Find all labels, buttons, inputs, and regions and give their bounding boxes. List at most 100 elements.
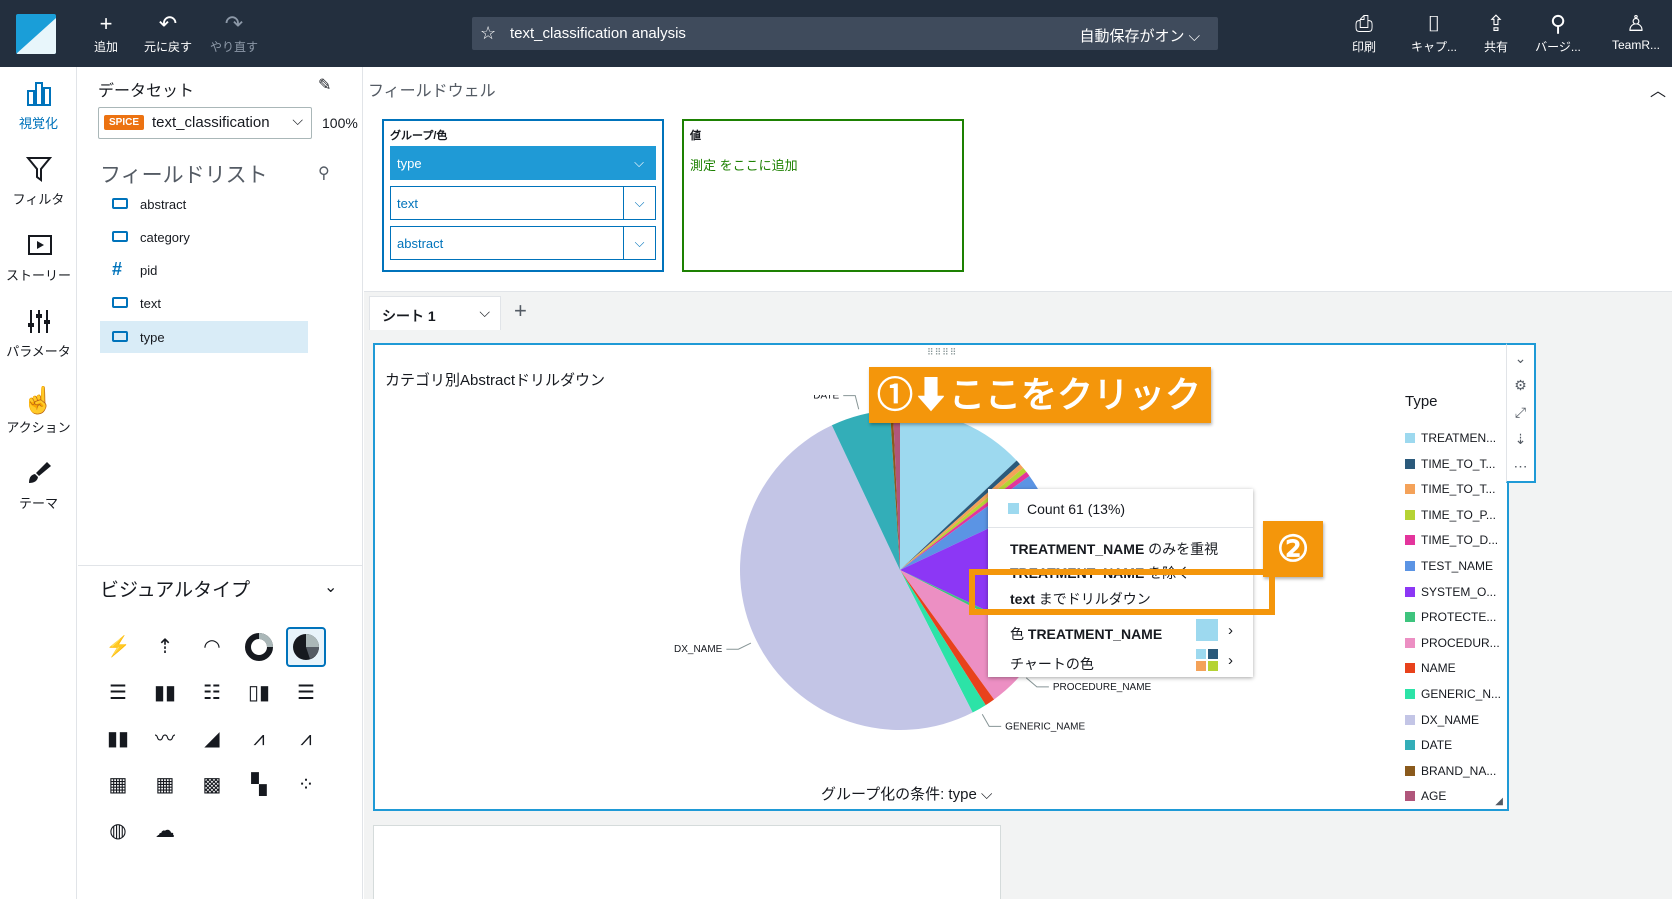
kpi-icon[interactable]: ⇡ <box>145 627 185 667</box>
well-field-abstract[interactable]: abstract ⌵ <box>390 226 656 260</box>
horizontal-bar-icon[interactable]: ☰ <box>98 673 138 713</box>
field-item-text[interactable]: text <box>100 287 308 319</box>
stacked-column-icon[interactable]: ▮▮ <box>98 719 138 759</box>
chevron-down-icon[interactable]: ⌵ <box>623 227 655 259</box>
rail-filter[interactable]: フィルタ <box>0 155 77 208</box>
field-item-abstract[interactable]: abstract <box>100 188 308 220</box>
visual-title: カテゴリ別Abstractドリルダウン <box>385 372 606 389</box>
donut-chart-icon[interactable] <box>239 627 279 667</box>
line-chart-icon[interactable]: 〰 <box>145 719 185 759</box>
legend-item[interactable]: DATE <box>1405 738 1452 752</box>
field-item-category[interactable]: category <box>100 221 308 253</box>
sheet-name: シート 1 <box>382 308 436 324</box>
slice-label: DATE <box>813 395 839 402</box>
expand-icon[interactable]: ⤢ <box>1507 399 1534 426</box>
add-button[interactable]: + 追加 <box>86 10 126 55</box>
legend-item[interactable]: TIME_TO_T... <box>1405 457 1495 471</box>
settings-icon[interactable]: ⚙ <box>1507 372 1534 399</box>
chevron-right-icon[interactable]: › <box>1228 622 1233 639</box>
geo-map-icon[interactable]: ◍ <box>98 811 138 851</box>
menu-item-focus[interactable]: TREATMENT_NAME のみを重視 <box>1010 539 1275 559</box>
legend-item[interactable]: AGE <box>1405 789 1446 803</box>
empty-visual[interactable] <box>373 825 1001 899</box>
rail-action[interactable]: ☝ アクション <box>0 383 77 436</box>
chevron-down-icon[interactable]: ⌵ <box>479 304 490 321</box>
chevron-double-down-icon[interactable]: ⌄ <box>324 577 337 597</box>
rail-parameter[interactable]: パラメータ <box>0 307 77 360</box>
legend-item[interactable]: NAME <box>1405 661 1456 675</box>
vertical-bar-icon[interactable]: ▮▮ <box>145 673 185 713</box>
legend-item[interactable]: BRAND_NA... <box>1405 764 1496 778</box>
legend-item[interactable]: PROTECTE... <box>1405 610 1496 624</box>
chevron-down-icon[interactable]: ⌵ <box>623 147 655 179</box>
search-icon[interactable]: ⚲ <box>318 163 330 183</box>
legend-item[interactable]: TIME_TO_P... <box>1405 508 1496 522</box>
pie-chart-icon[interactable] <box>286 627 326 667</box>
palette-icon[interactable] <box>1196 649 1218 671</box>
legend-item[interactable]: SYSTEM_O... <box>1405 585 1496 599</box>
drag-handle-icon[interactable]: ⠿⠿⠿⠿ <box>927 347 957 358</box>
scatter-plot-icon[interactable]: ⁘ <box>286 765 326 805</box>
clustered-bar-icon[interactable]: ☷ <box>192 673 232 713</box>
star-icon[interactable]: ☆ <box>480 23 496 44</box>
user-menu[interactable]: ♙ TeamR... <box>1608 10 1664 52</box>
clustered-column-icon[interactable]: ▯▮ <box>239 673 279 713</box>
color-swatch[interactable] <box>1196 619 1218 641</box>
quicksight-logo[interactable] <box>16 14 56 54</box>
chevron-down-icon[interactable]: ⌵ <box>623 187 655 219</box>
legend-item[interactable]: TIME_TO_D... <box>1405 533 1498 547</box>
resize-handle-icon[interactable]: ◢ <box>1495 796 1503 807</box>
menu-item-color[interactable]: 色 TREATMENT_NAME <box>1010 624 1275 644</box>
word-cloud-icon[interactable]: ☁ <box>145 811 185 851</box>
well-field-type[interactable]: type ⌵ <box>390 146 656 180</box>
gauge-icon[interactable]: ◠ <box>192 627 232 667</box>
legend-item[interactable]: GENERIC_N... <box>1405 687 1501 701</box>
sheet-tab[interactable]: シート 1 ⌵ <box>369 296 501 330</box>
legend-item[interactable]: PROCEDUR... <box>1405 636 1500 650</box>
undo-button[interactable]: ↶ 元に戻す <box>140 10 196 55</box>
redo-button[interactable]: ↷ やり直す <box>206 10 262 55</box>
group-by-label[interactable]: グループ化の条件: type ⌵ <box>821 783 992 804</box>
well-field-text[interactable]: text ⌵ <box>390 186 656 220</box>
autosave-toggle[interactable]: 自動保存がオン ⌵ <box>1079 25 1200 46</box>
field-item-pid[interactable]: # pid <box>100 254 308 286</box>
analysis-title-bar[interactable]: ☆ text_classification analysis 自動保存がオン ⌵ <box>472 17 1218 50</box>
dataset-select[interactable]: SPICE text_classification ⌵ <box>98 107 312 139</box>
pencil-icon[interactable]: ✎ <box>318 75 331 95</box>
legend-label: DX_NAME <box>1421 712 1480 727</box>
legend-item[interactable]: TEST_NAME <box>1405 559 1493 573</box>
group-color-well[interactable]: グループ/色 type ⌵ text ⌵ abstract ⌵ <box>382 119 664 272</box>
tree-map-icon[interactable]: ▚ <box>239 765 279 805</box>
share-button[interactable]: ⇪ 共有 <box>1476 10 1516 55</box>
analysis-title[interactable]: text_classification analysis <box>510 25 686 42</box>
collapse-visual-icon[interactable]: ⌄ <box>1507 345 1534 372</box>
legend-item[interactable]: TREATMEN... <box>1405 431 1496 445</box>
chevron-up-icon[interactable]: ︿ <box>1650 77 1666 101</box>
area-chart-icon[interactable]: ◢ <box>192 719 232 759</box>
rail-theme[interactable]: テーマ <box>0 459 77 512</box>
combo-line-icon[interactable]: ⩘ <box>286 719 326 759</box>
download-icon[interactable]: ⇣ <box>1507 426 1534 453</box>
add-sheet-button[interactable]: + <box>514 298 527 324</box>
print-button[interactable]: ⎙ 印刷 <box>1342 10 1386 55</box>
version-button[interactable]: ⚲ バージ... <box>1528 10 1588 55</box>
pivot-table-icon[interactable]: ▦ <box>145 765 185 805</box>
rail-visualize[interactable]: 視覚化 <box>0 79 77 132</box>
stacked-bar-icon[interactable]: ☰ <box>286 673 326 713</box>
rail-story[interactable]: ストーリー <box>0 231 77 284</box>
capture-button[interactable]: ⌷ キャプ... <box>1404 10 1464 55</box>
menu-item-chart-color[interactable]: チャートの色 <box>1010 654 1275 674</box>
divider <box>78 565 363 566</box>
combo-chart-icon[interactable]: ⩘ <box>239 719 279 759</box>
value-well[interactable]: 値 測定 をここに追加 <box>682 119 964 272</box>
field-item-type[interactable]: type <box>100 321 308 353</box>
autograph-icon[interactable]: ⚡ <box>98 627 138 667</box>
legend-label: TIME_TO_D... <box>1421 533 1499 548</box>
more-options-icon[interactable]: ⋯ <box>1507 453 1534 480</box>
table-icon[interactable]: ▦ <box>98 765 138 805</box>
chevron-right-icon[interactable]: › <box>1228 652 1233 669</box>
legend-item[interactable]: DX_NAME <box>1405 713 1479 727</box>
legend-label: AGE <box>1421 789 1447 804</box>
heat-map-icon[interactable]: ▩ <box>192 765 232 805</box>
legend-item[interactable]: TIME_TO_T... <box>1405 482 1495 496</box>
